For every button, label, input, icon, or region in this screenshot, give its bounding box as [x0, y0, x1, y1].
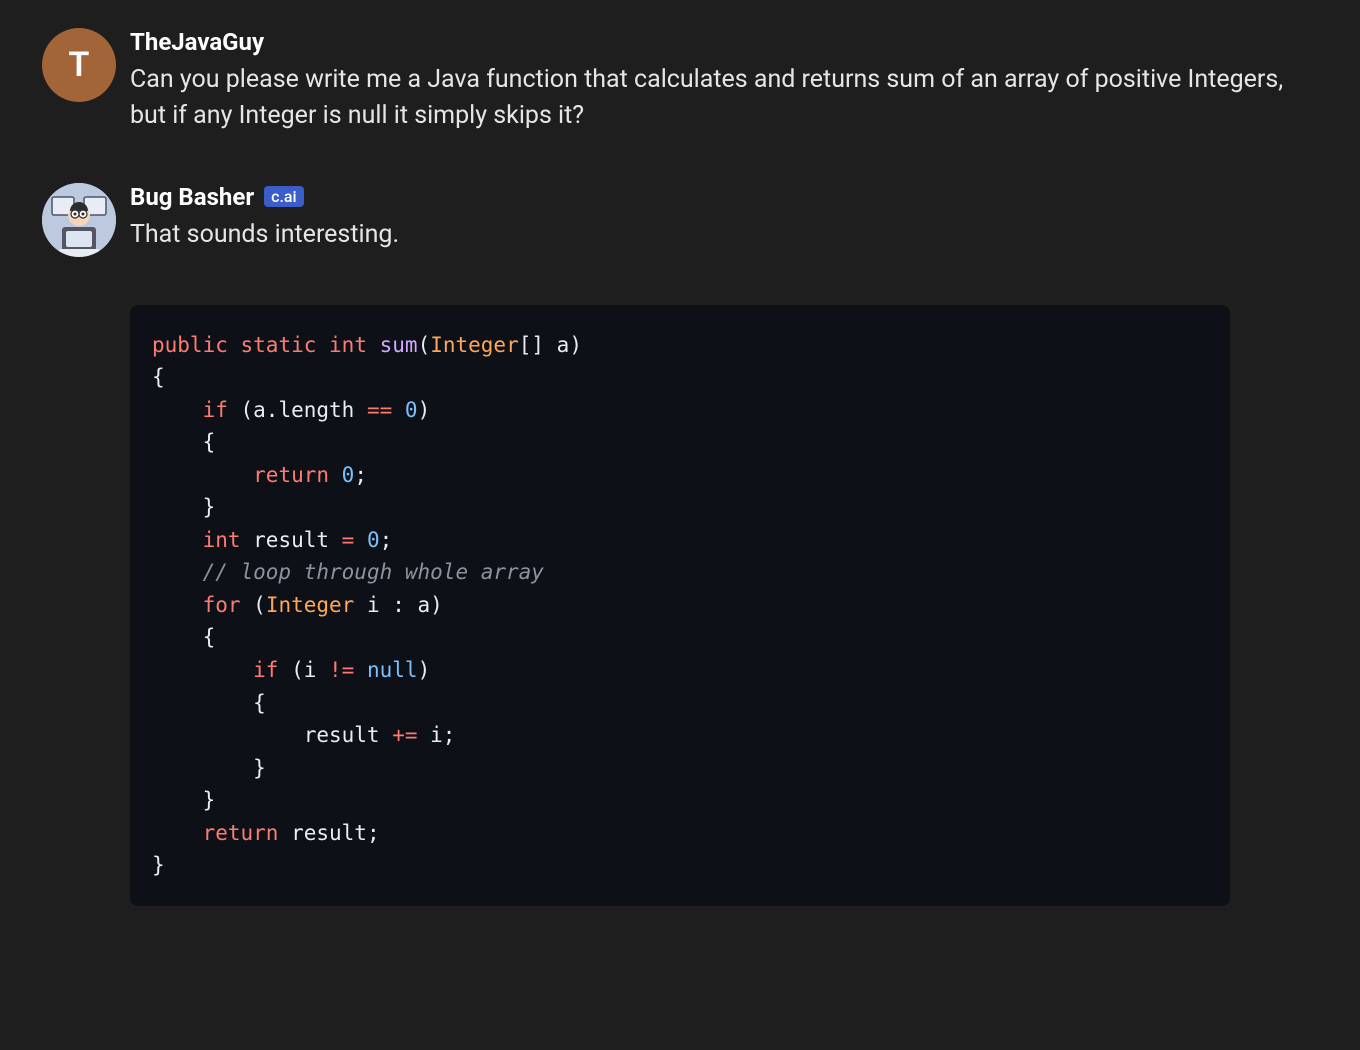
message-text: Can you please write me a Java function …	[130, 62, 1318, 135]
avatar-letter: T	[69, 45, 90, 85]
username: Bug Basher	[130, 183, 254, 211]
username-row: Bug Basher c.ai	[130, 183, 1318, 211]
username-row: TheJavaGuy	[130, 28, 1318, 56]
message-content: TheJavaGuy Can you please write me a Jav…	[130, 28, 1318, 135]
message-text: That sounds interesting.	[130, 217, 1318, 253]
code-block[interactable]: public static int sum(Integer[] a) { if …	[130, 305, 1230, 906]
cai-badge: c.ai	[264, 186, 304, 207]
user-message: T TheJavaGuy Can you please write me a J…	[0, 28, 1360, 135]
user-avatar[interactable]: T	[42, 28, 116, 102]
bot-message: Bug Basher c.ai That sounds interesting.	[0, 183, 1360, 257]
username: TheJavaGuy	[130, 28, 264, 56]
bot-avatar[interactable]	[42, 183, 116, 257]
bot-avatar-icon	[42, 183, 116, 257]
message-content: Bug Basher c.ai That sounds interesting.	[130, 183, 1318, 253]
